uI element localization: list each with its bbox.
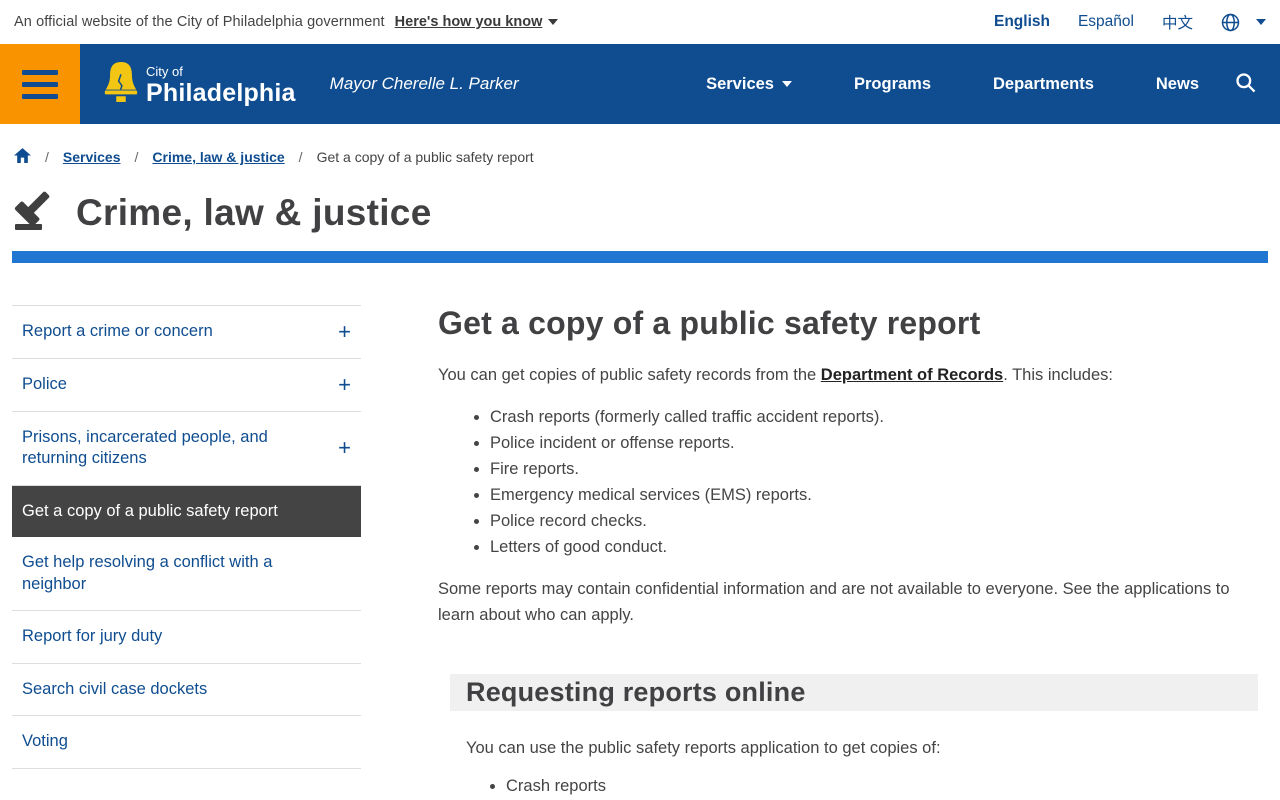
accent-bar <box>12 251 1268 263</box>
report-types-list: Crash reports (formerly called traffic a… <box>490 404 1258 560</box>
page-title-row: Crime, law & justice <box>0 174 1280 235</box>
home-icon <box>14 148 31 166</box>
menu-bar <box>22 81 58 87</box>
nav-item-label: Departments <box>993 74 1094 93</box>
plus-icon[interactable]: + <box>338 374 351 396</box>
sidebar-item-prisons[interactable]: Prisons, incarcerated people, and return… <box>12 412 361 486</box>
requesting-online-section: Requesting reports online You can use th… <box>450 674 1258 799</box>
sidebar-item-label: Search civil case dockets <box>22 679 208 698</box>
gavel-icon <box>14 190 58 235</box>
department-of-records-link[interactable]: Department of Records <box>821 366 1003 384</box>
breadcrumb-current: Get a copy of a public safety report <box>316 149 534 165</box>
sidebar-item-label: Get a copy of a public safety report <box>22 501 278 520</box>
nav-item-programs[interactable]: Programs <box>854 75 931 94</box>
sidebar-item-label: Report a crime or concern <box>22 322 213 341</box>
chevron-down-icon[interactable] <box>1256 19 1266 25</box>
city-logo[interactable]: City of Philadelphia <box>102 61 296 108</box>
confidential-note: Some reports may contain confidential in… <box>438 580 1230 624</box>
nav-item-departments[interactable]: Departments <box>993 75 1094 94</box>
plus-icon[interactable]: + <box>338 321 351 343</box>
language-espanol[interactable]: Español <box>1078 13 1134 31</box>
breadcrumb-home-link[interactable] <box>14 148 31 166</box>
list-item: Fire reports. <box>490 456 1258 482</box>
nav-item-news[interactable]: News <box>1156 75 1199 94</box>
language-chinese[interactable]: 中文 <box>1162 11 1193 33</box>
logo-text: City of Philadelphia <box>146 65 296 108</box>
breadcrumb-separator: / <box>298 149 303 165</box>
nav-item-label: Services <box>706 74 774 93</box>
sidebar-item-public-safety-report[interactable]: Get a copy of a public safety report <box>12 485 361 538</box>
nav-item-label: Programs <box>853 74 932 93</box>
breadcrumb-separator: / <box>134 149 139 165</box>
menu-bar <box>22 69 58 75</box>
sidebar-item-voting[interactable]: Voting <box>12 716 361 769</box>
menu-bar <box>22 93 58 99</box>
section-intro: You can use the public safety reports ap… <box>466 739 941 757</box>
liberty-bell-icon <box>102 61 140 108</box>
mayor-name: Mayor Cherelle L. Parker <box>329 74 519 93</box>
nav-links: Services Programs Departments News <box>706 75 1199 94</box>
breadcrumb: / Services / Crime, law & justice / Get … <box>0 124 1280 174</box>
logo-city-of: City of <box>146 63 183 79</box>
sidebar-item-civil-case-dockets[interactable]: Search civil case dockets <box>12 664 361 717</box>
search-button[interactable] <box>1229 71 1262 97</box>
sidebar-item-label: Report for jury duty <box>22 627 163 646</box>
language-english[interactable]: English <box>994 13 1050 31</box>
main-content: Get a copy of a public safety report You… <box>438 305 1258 799</box>
sidebar-item-label: Prisons, incarcerated people, and return… <box>22 428 268 468</box>
section-body: You can use the public safety reports ap… <box>450 735 1258 799</box>
chevron-down-icon <box>548 19 559 25</box>
list-item: Emergency medical services (EMS) reports… <box>490 482 1258 508</box>
page-title: Crime, law & justice <box>76 191 432 233</box>
list-item: Letters of good conduct. <box>490 534 1258 560</box>
nav-item-label: News <box>1155 74 1199 93</box>
list-item: Crash reports <box>506 773 1242 799</box>
plus-icon[interactable]: + <box>338 437 351 459</box>
content-heading: Get a copy of a public safety report <box>438 305 981 341</box>
list-item: Police incident or offense reports. <box>490 430 1258 456</box>
language-switcher: English Español 中文 <box>994 11 1266 33</box>
search-icon <box>1235 72 1256 96</box>
sidebar-item-police[interactable]: Police + <box>12 359 361 412</box>
how-you-know-link[interactable]: Here's how you know <box>395 14 559 30</box>
section-header: Requesting reports online <box>450 674 1258 711</box>
sidebar-item-jury-duty[interactable]: Report for jury duty <box>12 611 361 664</box>
breadcrumb-link-services[interactable]: Services <box>63 149 121 165</box>
sidebar: Report a crime or concern + Police + Pri… <box>12 305 361 769</box>
official-banner-text: An official website of the City of Phila… <box>14 14 385 30</box>
intro-text-before: You can get copies of public safety reco… <box>438 366 821 384</box>
sidebar-item-report-a-crime[interactable]: Report a crime or concern + <box>12 306 361 359</box>
list-item: Police record checks. <box>490 508 1258 534</box>
intro-paragraph: You can get copies of public safety reco… <box>438 362 1258 388</box>
main-navigation: City of Philadelphia Mayor Cherelle L. P… <box>0 44 1280 124</box>
sidebar-item-label: Voting <box>22 732 68 751</box>
sidebar-item-label: Get help resolving a conflict with a nei… <box>22 553 273 593</box>
content-area: Report a crime or concern + Police + Pri… <box>0 263 1280 799</box>
globe-icon[interactable] <box>1221 13 1240 32</box>
how-you-know-label: Here's how you know <box>394 14 543 30</box>
section-title: Requesting reports online <box>466 677 806 707</box>
list-item: Crash reports (formerly called traffic a… <box>490 404 1258 430</box>
breadcrumb-link-crime-law-justice[interactable]: Crime, law & justice <box>152 149 284 165</box>
sidebar-item-label: Police <box>22 375 67 394</box>
official-banner: An official website of the City of Phila… <box>0 0 1280 44</box>
breadcrumb-separator: / <box>45 149 49 165</box>
logo-philadelphia: Philadelphia <box>146 78 296 107</box>
nav-item-services[interactable]: Services <box>706 75 792 94</box>
chevron-down-icon <box>781 81 792 87</box>
sidebar-item-resolve-conflict[interactable]: Get help resolving a conflict with a nei… <box>12 537 361 612</box>
menu-button[interactable] <box>0 44 80 124</box>
online-copies-list: Crash reports <box>506 773 1242 799</box>
intro-text-after: . This includes: <box>1003 366 1113 384</box>
